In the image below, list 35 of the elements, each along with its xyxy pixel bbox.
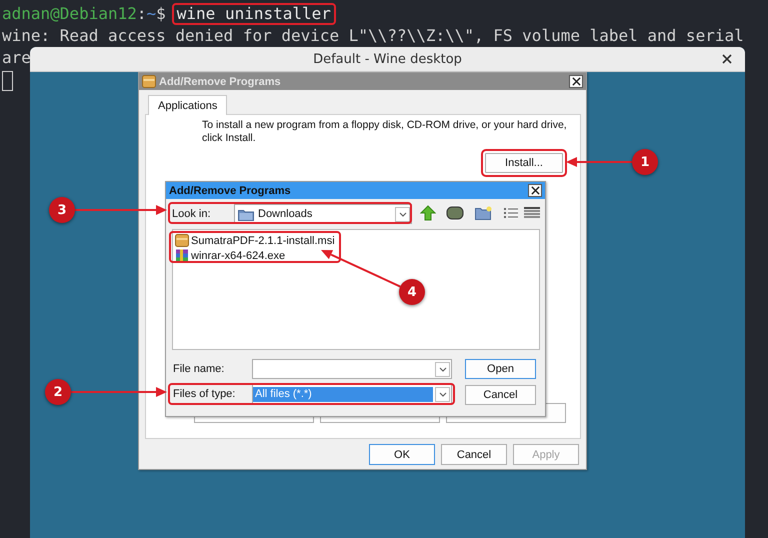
box-icon (142, 75, 156, 88)
open-button[interactable]: Open (465, 359, 536, 379)
files-of-type-label: Files of type: (173, 388, 236, 400)
terminal-cursor (2, 71, 13, 91)
close-icon (722, 54, 732, 64)
new-folder-icon[interactable] (473, 204, 493, 222)
books-icon (175, 249, 189, 262)
close-button[interactable] (528, 184, 542, 197)
terminal-output: are (2, 47, 31, 69)
drive-icon[interactable] (445, 204, 465, 222)
cancel-button[interactable]: Cancel (465, 385, 536, 405)
arrow (566, 157, 632, 167)
instructions-text: To install a new program from a floppy disk, CD-ROM drive, or your hard drive, click Install. (202, 119, 568, 145)
ok-button[interactable]: OK (369, 444, 435, 465)
dropdown-value: All files (*.*) (253, 386, 433, 402)
box-icon (175, 234, 189, 247)
file-name-field[interactable] (252, 359, 452, 379)
window-title: Default - Wine desktop (313, 52, 462, 66)
dialog-title: Add/Remove Programs (159, 76, 282, 88)
close-icon (530, 186, 540, 195)
folder-icon (238, 208, 254, 220)
tab[interactable]: Applications (148, 95, 228, 115)
dropdown-button[interactable] (435, 362, 450, 376)
cancel-button[interactable]: Cancel (441, 444, 507, 465)
caret-icon (438, 366, 446, 372)
look-in-label: Look in: (172, 208, 211, 220)
terminal-command: wine uninstaller (172, 3, 336, 25)
close-button[interactable] (569, 75, 583, 88)
file-name-label: File name: (173, 363, 224, 375)
dropdown-value: Downloads (258, 208, 312, 220)
up-arrow-icon[interactable] (418, 204, 438, 222)
terminal-prompt: adnan@Debian12:~$ (2, 3, 166, 25)
terminal-output: wine: Read access denied for device L"\\??\\Z:\\", FS volume label and serial (2, 25, 744, 47)
dialog-title: Add/Remove Programs (169, 184, 292, 196)
close-icon (572, 77, 580, 86)
